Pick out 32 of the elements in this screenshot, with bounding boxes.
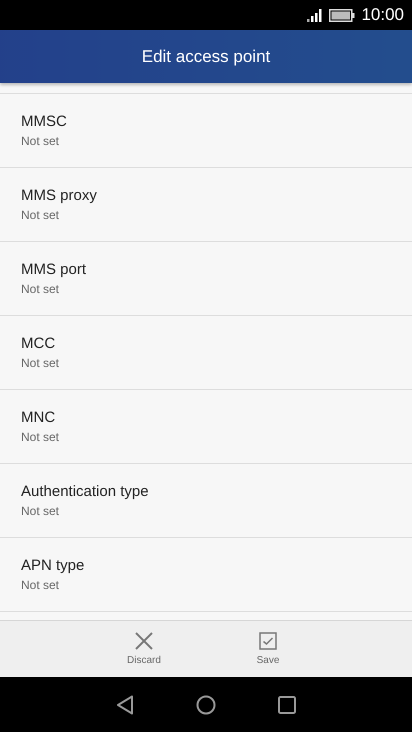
setting-item[interactable]: APN type Not set <box>0 538 412 612</box>
setting-label: APN type <box>21 557 86 574</box>
setting-value: Not set <box>21 504 60 518</box>
setting-label: MNC <box>21 409 56 426</box>
setting-value: Not set <box>21 578 60 592</box>
setting-label: Authentication type <box>21 483 150 500</box>
status-time: 10:00 <box>361 5 404 25</box>
setting-value: Not set <box>21 356 60 370</box>
setting-value: Not set <box>21 134 60 148</box>
close-icon <box>135 632 153 650</box>
setting-item[interactable]: MMS proxy Not set <box>0 168 412 242</box>
setting-value: Not set <box>21 282 60 296</box>
signal-icon <box>307 8 324 22</box>
setting-item[interactable]: MNC Not set <box>0 390 412 464</box>
setting-label: MMSC <box>21 113 68 130</box>
screen-title: Edit access point <box>142 46 270 66</box>
home-icon[interactable] <box>196 694 216 714</box>
setting-item[interactable]: MMSC Not set <box>0 94 412 168</box>
recents-icon[interactable] <box>278 696 296 714</box>
setting-label: MMS port <box>21 261 88 278</box>
setting-value: Not set <box>21 430 60 444</box>
setting-item[interactable]: MMS port Not set <box>0 242 412 316</box>
checkbox-icon <box>259 632 277 650</box>
setting-item[interactable]: MCC Not set <box>0 316 412 390</box>
battery-icon <box>329 8 356 22</box>
save-button[interactable]: Save <box>231 621 305 677</box>
discard-button[interactable]: Discard <box>107 621 181 677</box>
setting-item[interactable]: Authentication type Not set <box>0 464 412 538</box>
setting-label: MMS proxy <box>21 187 98 204</box>
setting-label: MCC <box>21 335 56 352</box>
setting-value: Not set <box>21 208 60 222</box>
back-icon[interactable] <box>116 694 134 714</box>
